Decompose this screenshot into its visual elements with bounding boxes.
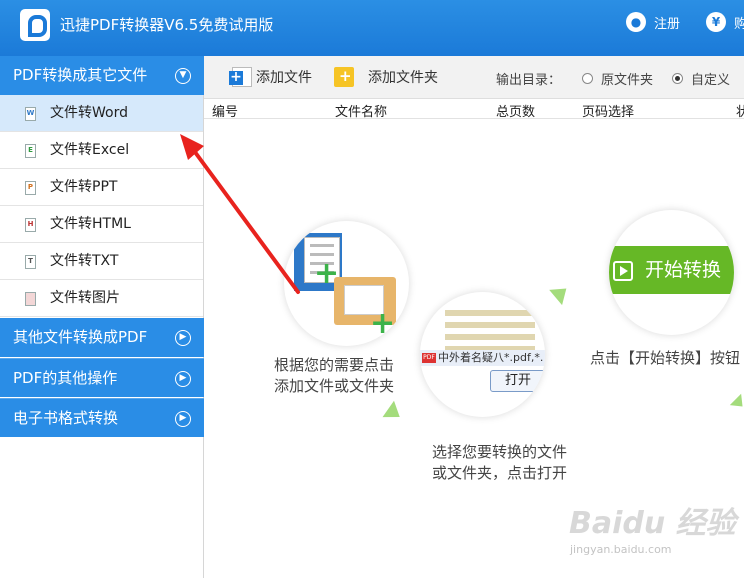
chevron-down-icon: ▼ [175,68,191,84]
add-folder-icon [334,67,354,87]
pdf-icon: PDF [422,353,436,363]
category-pdf-to-other[interactable]: PDF转换成其它文件 ▼ [0,56,204,95]
dialog-filename: 中外着名疑八*.pdf,*. [420,350,545,366]
file-list-area[interactable]: + + 根据您的需要点击 添加文件或文件夹 中外着名疑八*.pdf,*. PDF… [204,120,744,578]
radio-icon [582,73,593,84]
app-logo-icon [20,9,50,41]
step2-illustration: 中外着名疑八*.pdf,*. PDF 打开 [420,292,545,417]
step1-text: 根据您的需要点击 添加文件或文件夹 [274,355,394,397]
radio-original-folder[interactable]: 原文件夹 [582,69,653,88]
col-filename: 文件名称 [335,105,388,120]
step3-illustration: 开始转换 [609,210,734,335]
add-file-label: 添加文件 [256,70,312,86]
plus-icon: + [314,256,340,291]
sidebar-item-label: 文件转图片 [50,290,120,306]
title-bar: 迅捷PDF转换器V6.5免费试用版 ● 注册 ¥ 购 [0,0,744,56]
plus-icon: + [370,306,396,341]
excel-doc-icon: E [25,144,36,158]
chevron-right-icon: ▶ [175,371,191,387]
radio-checked-icon [672,73,683,84]
category-ebook[interactable]: 电子书格式转换 ▶ [0,398,204,437]
output-dir-label: 输出目录： [496,73,562,88]
buy-button[interactable]: ¥ 购 [706,11,744,33]
radio-label: 自定义 [691,73,731,88]
add-file-button[interactable]: 添加文件 [229,66,312,88]
category-label: 电子书格式转换 [13,409,119,427]
sidebar-item-txt[interactable]: T 文件转TXT [0,243,203,280]
step1-illustration: + + [284,221,409,346]
add-folder-button[interactable]: 添加文件夹 [334,66,438,88]
file-table-header: 编号 文件名称 总页数 页码选择 状 [204,99,744,120]
col-number: 编号 [212,105,239,120]
radio-custom[interactable]: 自定义 [672,69,730,88]
step1-line2: 添加文件或文件夹 [274,377,395,395]
sidebar-item-html[interactable]: H 文件转HTML [0,206,203,243]
add-file-icon [229,67,252,87]
step3-text: 点击【开始转换】按钮 [590,349,741,367]
col-pages: 总页数 [496,105,536,120]
user-icon: ● [626,12,646,32]
sidebar-item-label: 文件转Excel [50,142,130,158]
sidebar-item-label: 文件转TXT [50,253,119,269]
buy-label: 购 [734,16,744,32]
arrow-icon [549,280,573,306]
arrow-icon [729,393,744,413]
chevron-right-icon: ▶ [175,411,191,427]
sidebar-item-word[interactable]: W 文件转Word [0,95,203,132]
sidebar-item-label: 文件转HTML [50,216,131,232]
sidebar-item-label: 文件转PPT [50,179,118,195]
step2-text: 选择您要转换的文件 或文件夹，点击打开 [432,442,567,484]
toolbar: 添加文件 添加文件夹 输出目录： 原文件夹 自定义 [204,56,744,99]
category-pdf-other-ops[interactable]: PDF的其他操作 ▶ [0,358,204,397]
add-folder-label: 添加文件夹 [368,70,438,86]
col-status: 状 [736,105,744,120]
html-doc-icon: H [25,218,36,232]
category-label: PDF转换成其它文件 [13,66,148,84]
step1-line1: 根据您的需要点击 [274,356,395,374]
step2-line2: 或文件夹，点击打开 [432,464,568,482]
step2-line1: 选择您要转换的文件 [432,443,568,461]
txt-doc-icon: T [25,255,36,269]
app-title: 迅捷PDF转换器V6.5免费试用版 [60,16,274,34]
arrow-icon [382,400,406,426]
col-page-select: 页码选择 [582,105,635,120]
sidebar-item-image[interactable]: 文件转图片 [0,280,203,317]
watermark-url: jingyan.baidu.com [570,543,672,556]
sidebar-item-ppt[interactable]: P 文件转PPT [0,169,203,206]
chevron-right-icon: ▶ [175,330,191,346]
category-label: 其他文件转换成PDF [13,328,148,346]
register-label: 注册 [654,16,681,32]
sidebar-item-label: 文件转Word [50,105,128,121]
category-other-to-pdf[interactable]: 其他文件转换成PDF ▶ [0,318,204,357]
open-button: 打开 [490,370,545,392]
register-button[interactable]: ● 注册 [626,11,680,33]
radio-label: 原文件夹 [601,73,654,88]
file-list-preview [445,304,535,354]
sidebar: PDF转换成其它文件 ▼ W 文件转Word E 文件转Excel P 文件转P… [0,56,204,578]
image-doc-icon [25,292,36,306]
word-doc-icon: W [25,107,36,121]
play-icon [613,261,633,281]
category-label: PDF的其他操作 [13,369,118,387]
sidebar-item-excel[interactable]: E 文件转Excel [0,132,203,169]
yen-icon: ¥ [706,12,726,32]
watermark: Baidu 经验 [569,506,736,541]
ppt-doc-icon: P [25,181,36,195]
